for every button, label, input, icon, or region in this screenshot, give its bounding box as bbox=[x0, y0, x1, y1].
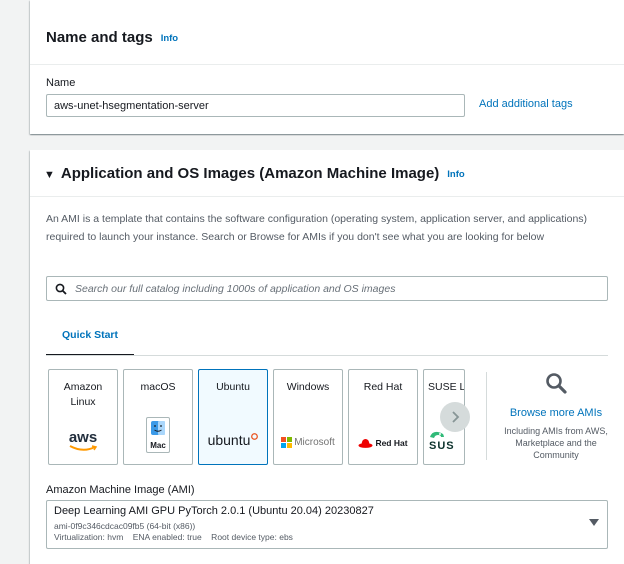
windows-squares-icon bbox=[281, 437, 293, 448]
red-hat-icon bbox=[358, 439, 373, 448]
search-placeholder: Search our full catalog including 1000s … bbox=[75, 282, 396, 295]
os-tile-ubuntu[interactable]: Ubuntu ubuntu bbox=[198, 369, 268, 465]
browse-more-amis[interactable]: Browse more AMIs Including AMIs from AWS… bbox=[494, 372, 618, 461]
microsoft-logo-icon: Microsoft bbox=[274, 437, 342, 448]
redhat-logo-text: Red Hat bbox=[375, 438, 408, 448]
tab-quick-start-label: Quick Start bbox=[61, 329, 119, 341]
dropdown-caret-icon bbox=[589, 519, 599, 526]
add-additional-tags-link[interactable]: Add additional tags bbox=[479, 98, 573, 110]
name-tags-info-link[interactable]: Info bbox=[161, 33, 178, 44]
ami-description: An AMI is a template that contains the s… bbox=[46, 213, 588, 243]
name-label: Name bbox=[46, 77, 76, 89]
ami-id: ami-0f9c346cdcac09fb5 (64-bit (x86)) bbox=[54, 521, 196, 531]
aws-logo-icon: aws bbox=[49, 429, 117, 452]
ami-select-label: Amazon Machine Image (AMI) bbox=[46, 484, 195, 496]
browse-more-amis-link[interactable]: Browse more AMIs bbox=[494, 407, 618, 419]
ami-details: Virtualization: hvm ENA enabled: true Ro… bbox=[54, 532, 293, 542]
aws-logo-text: aws bbox=[68, 429, 98, 446]
os-tile-name: Red Hat bbox=[363, 381, 403, 393]
name-input[interactable]: aws-unet-hsegmentation-server bbox=[46, 94, 465, 117]
name-tags-title: Name and tags bbox=[46, 29, 153, 46]
chameleon-icon bbox=[430, 431, 444, 438]
ubuntu-circle-icon bbox=[251, 432, 259, 440]
os-tile-name: Windows bbox=[286, 381, 330, 393]
os-tile-name: Ubuntu bbox=[216, 381, 250, 393]
ami-name: Deep Learning AMI GPU PyTorch 2.0.1 (Ubu… bbox=[54, 505, 374, 517]
os-tile-name: Amazon Linux bbox=[63, 381, 103, 408]
os-tile-red-hat[interactable]: Red Hat Red Hat bbox=[348, 369, 418, 465]
header-divider bbox=[30, 64, 624, 65]
redhat-logo-icon: Red Hat bbox=[349, 438, 417, 448]
ami-info-link[interactable]: Info bbox=[447, 169, 464, 180]
tabs-divider bbox=[46, 355, 608, 356]
tiles-separator bbox=[486, 372, 487, 460]
finder-icon bbox=[151, 421, 165, 435]
os-tile-windows[interactable]: Windows Microsoft bbox=[273, 369, 343, 465]
ami-search-input[interactable]: Search our full catalog including 1000s … bbox=[46, 276, 608, 301]
mac-logo-text: Mac bbox=[150, 441, 166, 450]
aws-smile-icon bbox=[69, 445, 98, 451]
suse-logo-icon: SUS bbox=[424, 431, 464, 452]
ami-select[interactable]: Deep Learning AMI GPU PyTorch 2.0.1 (Ubu… bbox=[46, 500, 608, 549]
search-icon bbox=[546, 373, 567, 394]
browse-more-subtext: Including AMIs from AWS, Marketplace and… bbox=[504, 426, 608, 460]
name-and-tags-panel: Name and tags Info Name aws-unet-hsegment… bbox=[30, 0, 624, 134]
suse-logo-text: SUS bbox=[429, 440, 455, 452]
search-icon bbox=[55, 283, 67, 295]
ubuntu-logo-icon: ubuntu bbox=[199, 432, 267, 448]
microsoft-logo-text: Microsoft bbox=[294, 437, 335, 448]
ami-section-header[interactable]: ▼ Application and OS Images (Amazon Machi… bbox=[44, 165, 465, 182]
scroll-right-button[interactable] bbox=[440, 402, 470, 432]
os-tile-amazon-linux[interactable]: Amazon Linux aws bbox=[48, 369, 118, 465]
ami-header-divider bbox=[30, 196, 624, 197]
ami-panel: ▼ Application and OS Images (Amazon Machi… bbox=[30, 150, 624, 564]
os-tile-name: SUSE Li bbox=[428, 381, 465, 393]
os-tile-macos[interactable]: macOS Mac bbox=[123, 369, 193, 465]
ami-section-title: Application and OS Images (Amazon Machin… bbox=[60, 165, 440, 182]
mac-logo-icon: Mac bbox=[124, 417, 192, 453]
ubuntu-logo-text: ubuntu bbox=[207, 432, 251, 448]
name-tags-header: Name and tags Info bbox=[46, 29, 178, 46]
collapse-caret-icon[interactable]: ▼ bbox=[44, 169, 55, 181]
tab-quick-start[interactable]: Quick Start bbox=[46, 326, 134, 356]
os-tile-name: macOS bbox=[140, 381, 176, 393]
chevron-right-icon bbox=[452, 411, 460, 423]
